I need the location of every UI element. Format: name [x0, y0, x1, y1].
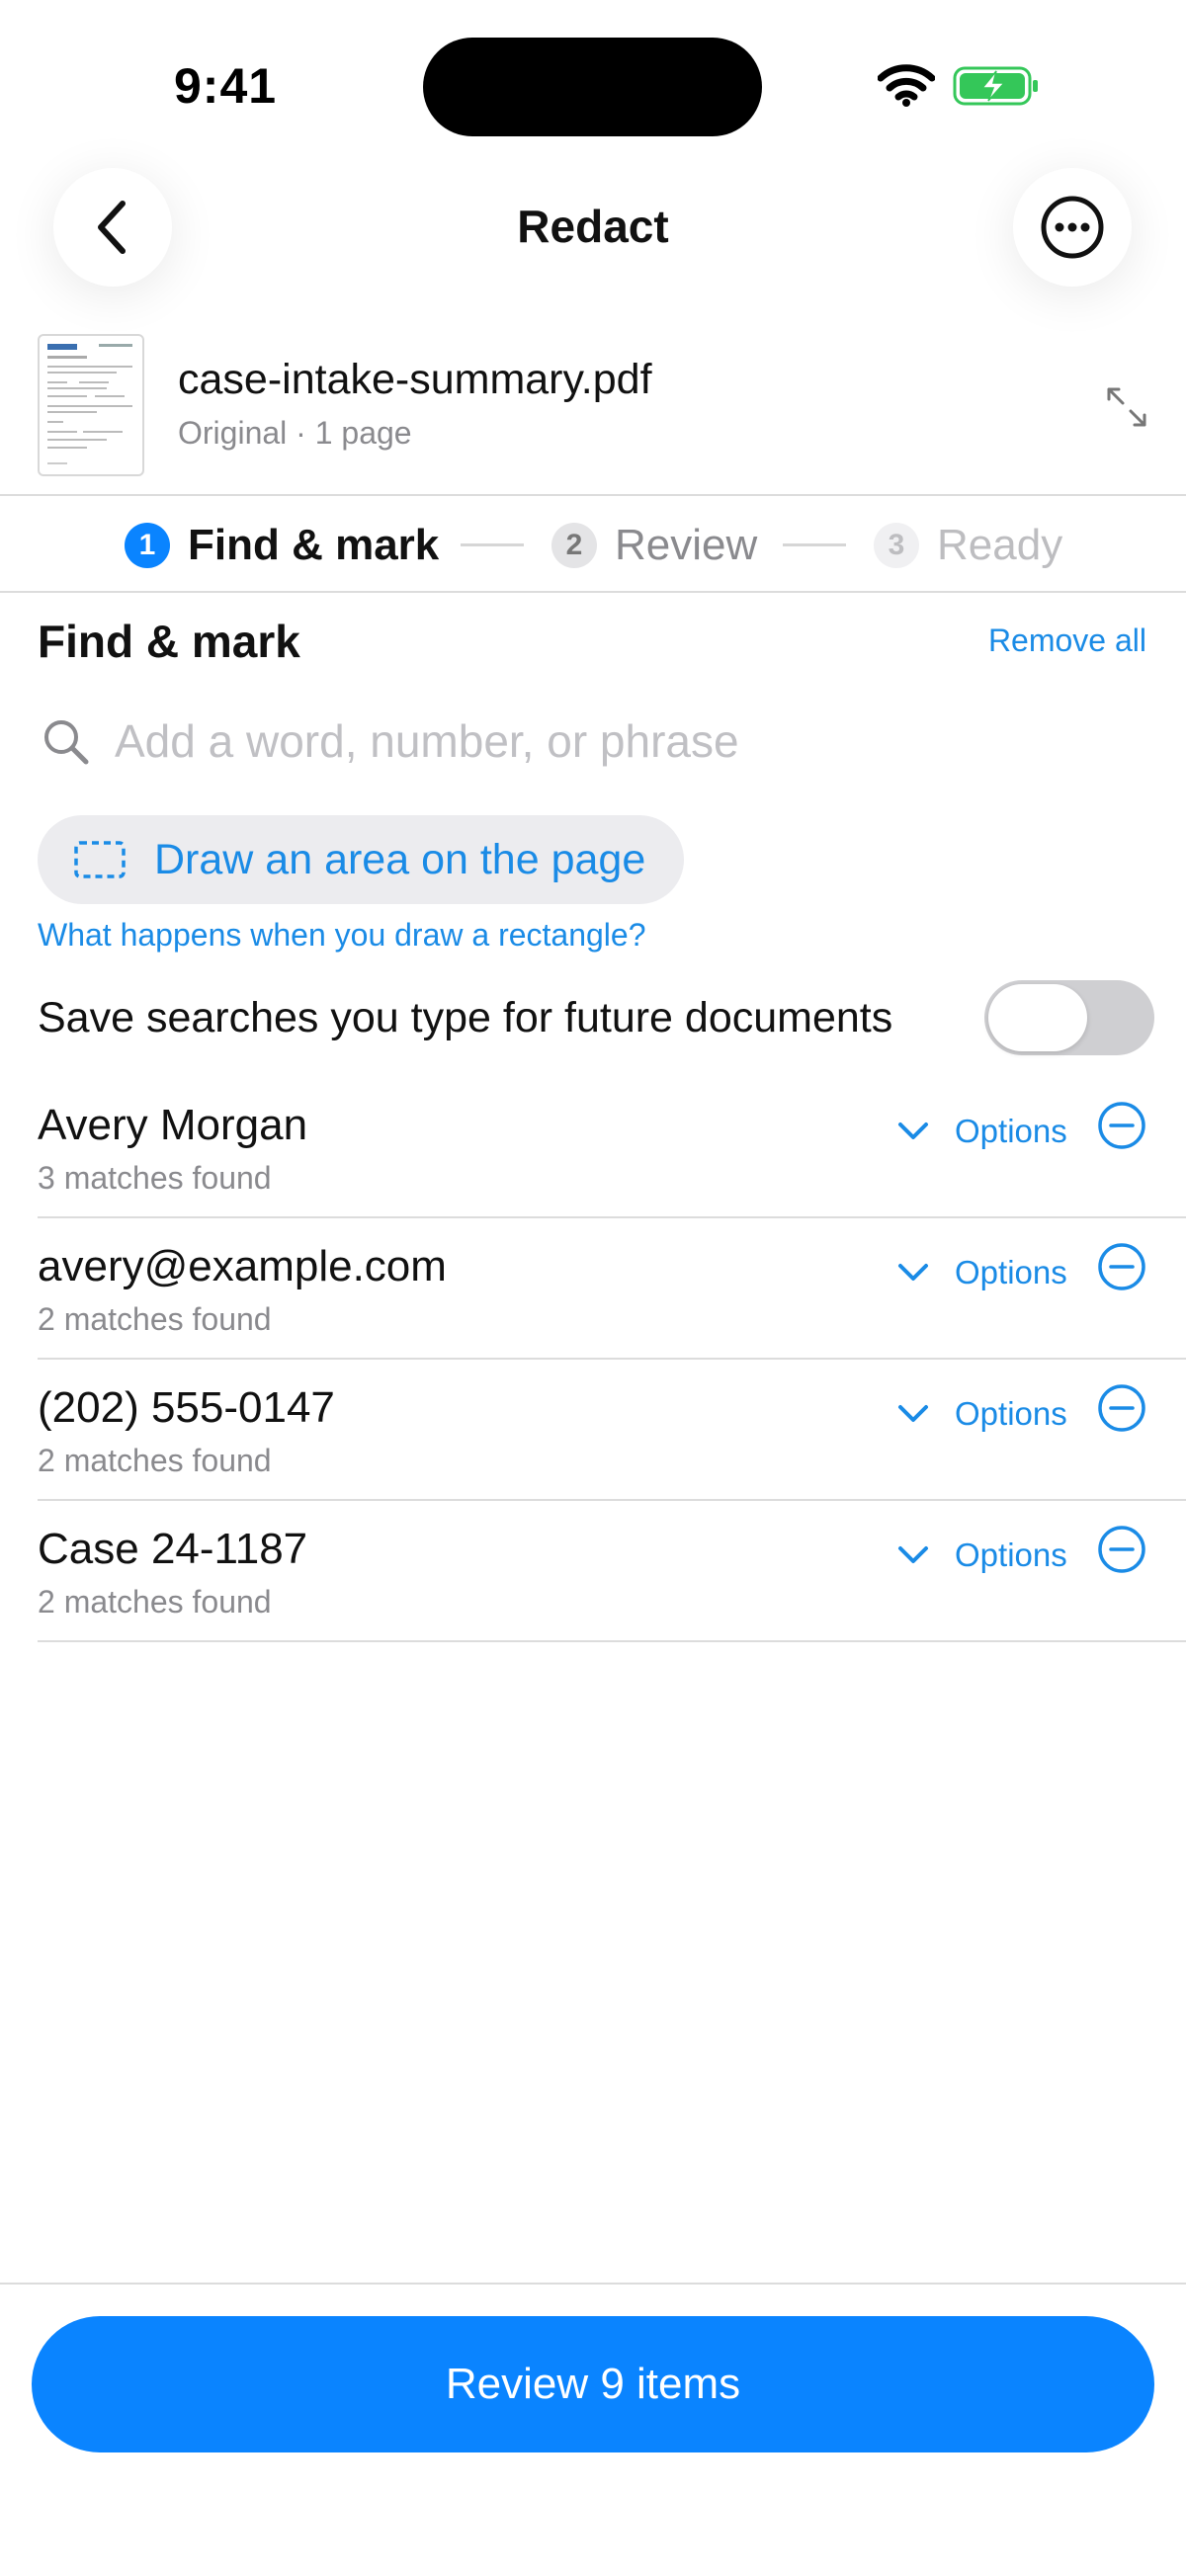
term-matches: 3 matches found: [38, 1160, 272, 1196]
dynamic-island: [423, 38, 762, 136]
step-review[interactable]: 2 Review: [551, 520, 757, 571]
step-number: 1: [125, 523, 170, 568]
term-title: (202) 555-0147: [38, 1383, 335, 1432]
review-items-label: Review 9 items: [445, 2360, 741, 2408]
navigation-bar: Redact: [0, 148, 1186, 306]
review-items-button[interactable]: Review 9 items: [32, 2316, 1154, 2452]
step-ready: 3 Ready: [874, 520, 1062, 571]
more-button[interactable]: [1013, 168, 1132, 287]
search-input[interactable]: [115, 709, 1103, 773]
term-title: Avery Morgan: [38, 1101, 308, 1149]
divider: [0, 591, 1186, 593]
term-matches: 2 matches found: [38, 1301, 272, 1337]
battery-charging-icon: [953, 66, 1038, 106]
marked-terms-list: Avery Morgan 3 matches found Options ave…: [38, 1077, 1186, 1642]
status-time: 9:41: [174, 58, 278, 114]
save-searches-row: Save searches you type for future docume…: [38, 978, 1154, 1063]
draw-help-link[interactable]: What happens when you draw a rectangle?: [38, 917, 646, 954]
save-searches-label: Save searches you type for future docume…: [38, 994, 893, 1041]
step-connector: [461, 543, 524, 546]
footer-divider: [0, 2283, 1186, 2285]
step-number: 3: [874, 523, 919, 568]
dashed-rectangle-icon: [74, 841, 126, 878]
options-button[interactable]: Options: [955, 1395, 1067, 1433]
toggle-knob: [988, 984, 1087, 1051]
stepper: 1 Find & mark 2 Review 3 Ready: [0, 496, 1186, 593]
term-title: avery@example.com: [38, 1242, 447, 1290]
minus-circle-icon[interactable]: [1097, 1383, 1146, 1433]
search-icon: [44, 720, 89, 765]
step-connector: [783, 543, 846, 546]
chevron-down-icon[interactable]: [895, 1260, 931, 1286]
chevron-down-icon[interactable]: [895, 1401, 931, 1427]
minus-circle-icon[interactable]: [1097, 1242, 1146, 1291]
chevron-down-icon[interactable]: [895, 1542, 931, 1568]
step-label: Review: [615, 521, 758, 569]
chevron-down-icon[interactable]: [895, 1119, 931, 1144]
list-item: Case 24-1187 2 matches found Options: [38, 1501, 1186, 1642]
remove-all-link[interactable]: Remove all: [988, 623, 1146, 659]
list-item: Avery Morgan 3 matches found Options: [38, 1077, 1186, 1218]
step-label: Ready: [937, 521, 1063, 569]
step-label: Find & mark: [188, 521, 440, 569]
step-find-and-mark[interactable]: 1 Find & mark: [125, 520, 439, 571]
search-field[interactable]: [38, 704, 1148, 783]
term-matches: 2 matches found: [38, 1584, 272, 1620]
expand-icon[interactable]: [1105, 385, 1148, 429]
section-title: Find & mark: [38, 616, 300, 667]
options-button[interactable]: Options: [955, 1537, 1067, 1574]
options-button[interactable]: Options: [955, 1113, 1067, 1150]
status-bar: 9:41: [0, 0, 1186, 148]
minus-circle-icon[interactable]: [1097, 1101, 1146, 1150]
page-title: Redact: [517, 201, 669, 252]
term-title: Case 24-1187: [38, 1525, 308, 1573]
more-icon: [1041, 196, 1104, 259]
list-item: avery@example.com 2 matches found Option…: [38, 1218, 1186, 1360]
minus-circle-icon[interactable]: [1097, 1525, 1146, 1574]
options-button[interactable]: Options: [955, 1254, 1067, 1291]
save-searches-toggle[interactable]: [984, 980, 1154, 1055]
file-meta: Original · 1 page: [178, 415, 412, 451]
list-item: (202) 555-0147 2 matches found Options: [38, 1360, 1186, 1501]
step-number: 2: [551, 523, 597, 568]
draw-area-label: Draw an area on the page: [154, 835, 646, 883]
draw-area-button[interactable]: Draw an area on the page: [38, 815, 684, 904]
file-header: case-intake-summary.pdf Original · 1 pag…: [0, 326, 1186, 494]
wifi-icon: [878, 64, 935, 107]
file-name: case-intake-summary.pdf: [178, 356, 652, 403]
term-matches: 2 matches found: [38, 1443, 272, 1478]
document-thumbnail[interactable]: [38, 334, 144, 476]
